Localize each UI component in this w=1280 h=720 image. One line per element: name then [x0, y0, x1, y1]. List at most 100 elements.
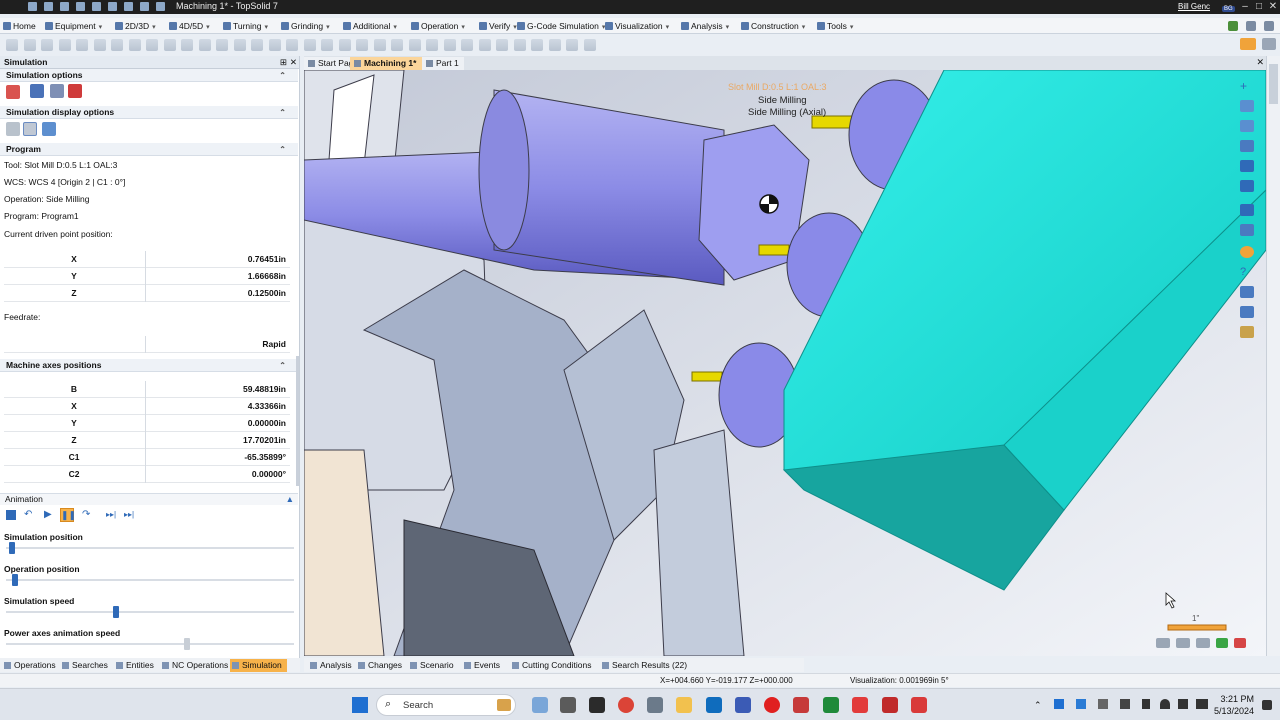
pdf-icon[interactable]: [882, 697, 898, 713]
ribbon-tool-icon[interactable]: [566, 39, 578, 51]
tab-nc-operations[interactable]: NC Operations: [160, 659, 228, 672]
ribbon-tool-icon[interactable]: [163, 39, 176, 51]
chrome-alt-icon[interactable]: [823, 697, 839, 713]
grid-icon[interactable]: [1240, 100, 1254, 112]
clock-time[interactable]: 3:21 PM: [1218, 694, 1254, 704]
menu-grinding[interactable]: Grinding ▾: [280, 20, 330, 32]
pause-icon[interactable]: ❚❚: [60, 508, 76, 522]
step-forward-icon[interactable]: ▸▸|: [106, 510, 122, 520]
help-icon[interactable]: [1228, 21, 1238, 31]
sim-position-knob[interactable]: [9, 542, 15, 554]
machine-icon[interactable]: [30, 84, 44, 98]
pointer-icon[interactable]: [140, 2, 149, 11]
panel-scrollbar[interactable]: [296, 356, 299, 486]
tab-scenario[interactable]: Scenario: [408, 659, 454, 672]
add-icon[interactable]: +: [1240, 80, 1254, 92]
tray-chevron-icon[interactable]: ⌃: [1034, 700, 1042, 711]
terminal-icon[interactable]: [589, 697, 605, 713]
outlook-icon[interactable]: [706, 697, 722, 713]
menu-visualization[interactable]: Visualization ▾: [604, 20, 669, 32]
copilot-icon[interactable]: [532, 697, 548, 713]
settings-icon[interactable]: [156, 2, 165, 11]
tray-cloud-icon[interactable]: [1098, 699, 1108, 709]
new-icon[interactable]: [44, 2, 53, 11]
ribbon-tool-icon[interactable]: [478, 39, 491, 51]
section-animation[interactable]: Animation ▲: [0, 493, 298, 505]
collapse-icon[interactable]: ⌃: [279, 69, 286, 82]
battery-icon[interactable]: [1196, 699, 1208, 709]
ribbon-tool-icon[interactable]: [268, 39, 281, 51]
ribbon-tool-icon[interactable]: [6, 39, 18, 51]
ribbon-tool-icon[interactable]: [233, 39, 246, 51]
layout-icon[interactable]: [1262, 38, 1276, 50]
ribbon-tool-icon[interactable]: [443, 39, 456, 51]
ribbon-tool-icon[interactable]: [198, 39, 211, 51]
light-icon[interactable]: [1240, 326, 1254, 338]
folder-icon[interactable]: [1240, 38, 1256, 50]
pan-icon[interactable]: [1176, 638, 1190, 648]
user-name[interactable]: Bill Genc: [1178, 2, 1210, 11]
play-icon[interactable]: ▶: [44, 510, 54, 520]
microphone-icon[interactable]: [1142, 699, 1150, 709]
ribbon-tool-icon[interactable]: [583, 39, 596, 51]
side-strip[interactable]: [1266, 56, 1280, 656]
ribbon-tool-icon[interactable]: [216, 39, 228, 51]
ribbon-tool-icon[interactable]: [76, 39, 88, 51]
shading-icon[interactable]: [1240, 160, 1254, 172]
close-icon[interactable]: ✕: [1266, 0, 1280, 14]
tab-part[interactable]: Part 1: [422, 57, 464, 70]
ribbon-tool-icon[interactable]: [111, 39, 123, 51]
sim-speed-slider[interactable]: [6, 606, 294, 618]
ribbon-tool-icon[interactable]: [513, 39, 526, 51]
forward-icon[interactable]: ↷: [82, 510, 92, 520]
print-icon[interactable]: [76, 2, 85, 11]
ribbon-tool-icon[interactable]: [356, 39, 368, 51]
zoom-icon[interactable]: [1246, 21, 1256, 31]
notification-icon[interactable]: [1262, 700, 1272, 710]
tab-analysis[interactable]: Analysis: [308, 659, 352, 672]
tab-entities[interactable]: Entities: [114, 659, 154, 672]
wifi-icon[interactable]: [1160, 699, 1170, 709]
maximize-icon[interactable]: □: [1252, 0, 1266, 14]
calculator-icon[interactable]: [647, 697, 663, 713]
ribbon-tool-icon[interactable]: [461, 39, 473, 51]
close-panel-icon[interactable]: ✕: [290, 56, 297, 69]
op-position-slider[interactable]: [6, 574, 294, 586]
topsolid-cam-icon[interactable]: [911, 697, 927, 713]
section-simulation-options[interactable]: Simulation options ⌃: [0, 69, 298, 82]
cube-icon[interactable]: [1240, 224, 1254, 236]
filter-icon[interactable]: [1240, 306, 1254, 318]
ribbon-tool-icon[interactable]: [23, 39, 36, 51]
view-cube-icon[interactable]: [1156, 638, 1170, 648]
power-speed-slider[interactable]: [6, 638, 294, 650]
recorder-icon[interactable]: [764, 697, 780, 713]
save-icon[interactable]: [28, 2, 37, 11]
ribbon-tool-icon[interactable]: [181, 39, 193, 51]
clock-date[interactable]: 5/13/2024: [1210, 706, 1254, 716]
config-icon[interactable]: [1264, 21, 1274, 31]
sim-position-slider[interactable]: [6, 542, 294, 554]
ribbon-tool-icon[interactable]: [373, 39, 386, 51]
redo-icon[interactable]: [108, 2, 117, 11]
ribbon-tool-icon[interactable]: [286, 39, 298, 51]
close-doc-icon[interactable]: ✕: [1256, 57, 1264, 68]
topsolid-icon[interactable]: [852, 697, 868, 713]
tab-events[interactable]: Events: [462, 659, 500, 672]
start-icon[interactable]: [352, 697, 368, 713]
collapse-icon[interactable]: ⌃: [279, 143, 286, 156]
end-icon[interactable]: ▸▸|: [124, 510, 140, 520]
toolpath-icon[interactable]: [23, 122, 37, 136]
menu-operation[interactable]: Operation ▾: [410, 20, 465, 32]
pan-view-icon[interactable]: [1240, 120, 1254, 132]
ribbon-tool-icon[interactable]: [391, 39, 403, 51]
menu-additional[interactable]: Additional ▾: [342, 20, 397, 32]
view-controls[interactable]: [1156, 638, 1256, 650]
open-icon[interactable]: [60, 2, 69, 11]
user-badge[interactable]: BG: [1222, 2, 1235, 12]
ribbon-tool-icon[interactable]: [58, 39, 71, 51]
ribbon-tool-icon[interactable]: [41, 39, 53, 51]
ribbon-tool-icon[interactable]: [338, 39, 351, 51]
taskbar-search[interactable]: ⌕ Search: [376, 694, 516, 716]
axis-icon[interactable]: [1216, 638, 1228, 648]
triad-icon[interactable]: [1234, 638, 1246, 648]
